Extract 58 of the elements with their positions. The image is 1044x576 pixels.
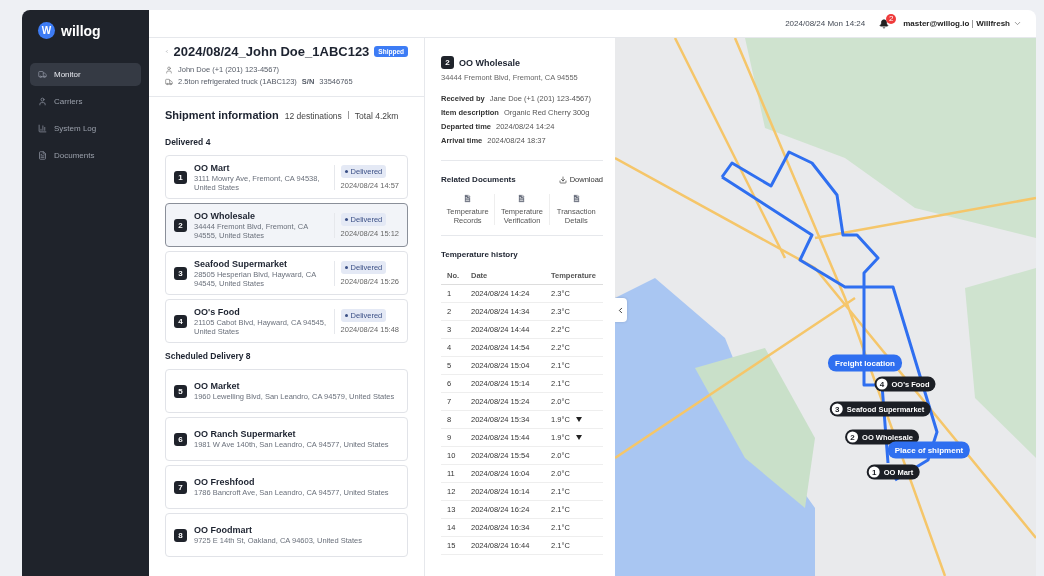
stop-number: 3 (174, 266, 187, 280)
total-distance: Total 4.2km (354, 111, 399, 121)
stop-name: OO Wholesale (194, 210, 256, 221)
stop-name: OO Wholesale (459, 57, 520, 68)
group-title: Scheduled Delivery 8 (165, 351, 252, 361)
truck-icon (165, 77, 173, 86)
status-dot (344, 169, 348, 173)
nav-item[interactable]: Carriers (30, 90, 141, 113)
stop-number: 1 (174, 170, 187, 184)
account-email: master@willog.io (903, 19, 970, 28)
stop-name: OO Freshfood (194, 477, 256, 487)
stop-number: 6 (174, 432, 187, 446)
down-triangle-icon (575, 435, 582, 440)
stop-name: Seafood Supermarket (194, 258, 289, 269)
chart-icon (38, 124, 47, 133)
group-title: Delivered 4 (165, 137, 212, 147)
truck-icon (38, 70, 47, 79)
stop-number: 8 (174, 528, 187, 542)
section-title: Shipment information (165, 109, 279, 121)
document-icon (38, 151, 47, 160)
down-triangle-icon (575, 417, 582, 422)
nav-item[interactable]: Documents (30, 144, 141, 167)
bell-icon[interactable] (879, 18, 890, 29)
document-icon (571, 194, 581, 203)
status-dot (344, 313, 348, 317)
stop-name: OO Market (194, 381, 241, 391)
document-icon (463, 194, 473, 203)
documents-title: Related Documents (441, 175, 516, 184)
stop-name: OO Foodmart (194, 525, 253, 535)
collapse-button[interactable] (615, 298, 627, 322)
status-dot (344, 217, 348, 221)
chevron-down-icon[interactable] (1013, 19, 1022, 28)
stop-name: OO Mart (194, 162, 231, 173)
stop-name: OO's Food (194, 306, 241, 317)
history-title: Temperature history (441, 250, 519, 259)
person-icon (165, 65, 173, 74)
status-dot (344, 265, 348, 269)
map-label[interactable]: Place of shipment (887, 441, 971, 459)
logo-text: willog (61, 22, 101, 39)
header-datetime: 2024/08/24 Mon 14:24 (785, 19, 866, 28)
map-label[interactable]: Freight location (828, 354, 902, 372)
chevron-left-icon (616, 305, 625, 315)
document-icon (517, 194, 527, 203)
download-icon (558, 175, 567, 184)
stop-number: 7 (174, 480, 187, 494)
notification-badge: 2 (886, 13, 897, 24)
stop-number: 2 (174, 218, 187, 232)
stop-number: 4 (174, 314, 187, 328)
person-icon (38, 97, 47, 106)
nav-item[interactable]: System Log (30, 117, 141, 140)
company-name: Willfresh (976, 19, 1010, 28)
shipment-title: 2024/08/24_John Doe_1ABC123 (173, 44, 370, 59)
stop-name: OO Ranch Supermarket (194, 429, 297, 439)
destination-count: 12 destinations (284, 111, 342, 121)
logo-mark: W (38, 22, 55, 39)
stop-number: 5 (174, 384, 187, 398)
stop-number: 2 (441, 56, 454, 69)
nav-item[interactable]: Monitor (30, 63, 141, 86)
